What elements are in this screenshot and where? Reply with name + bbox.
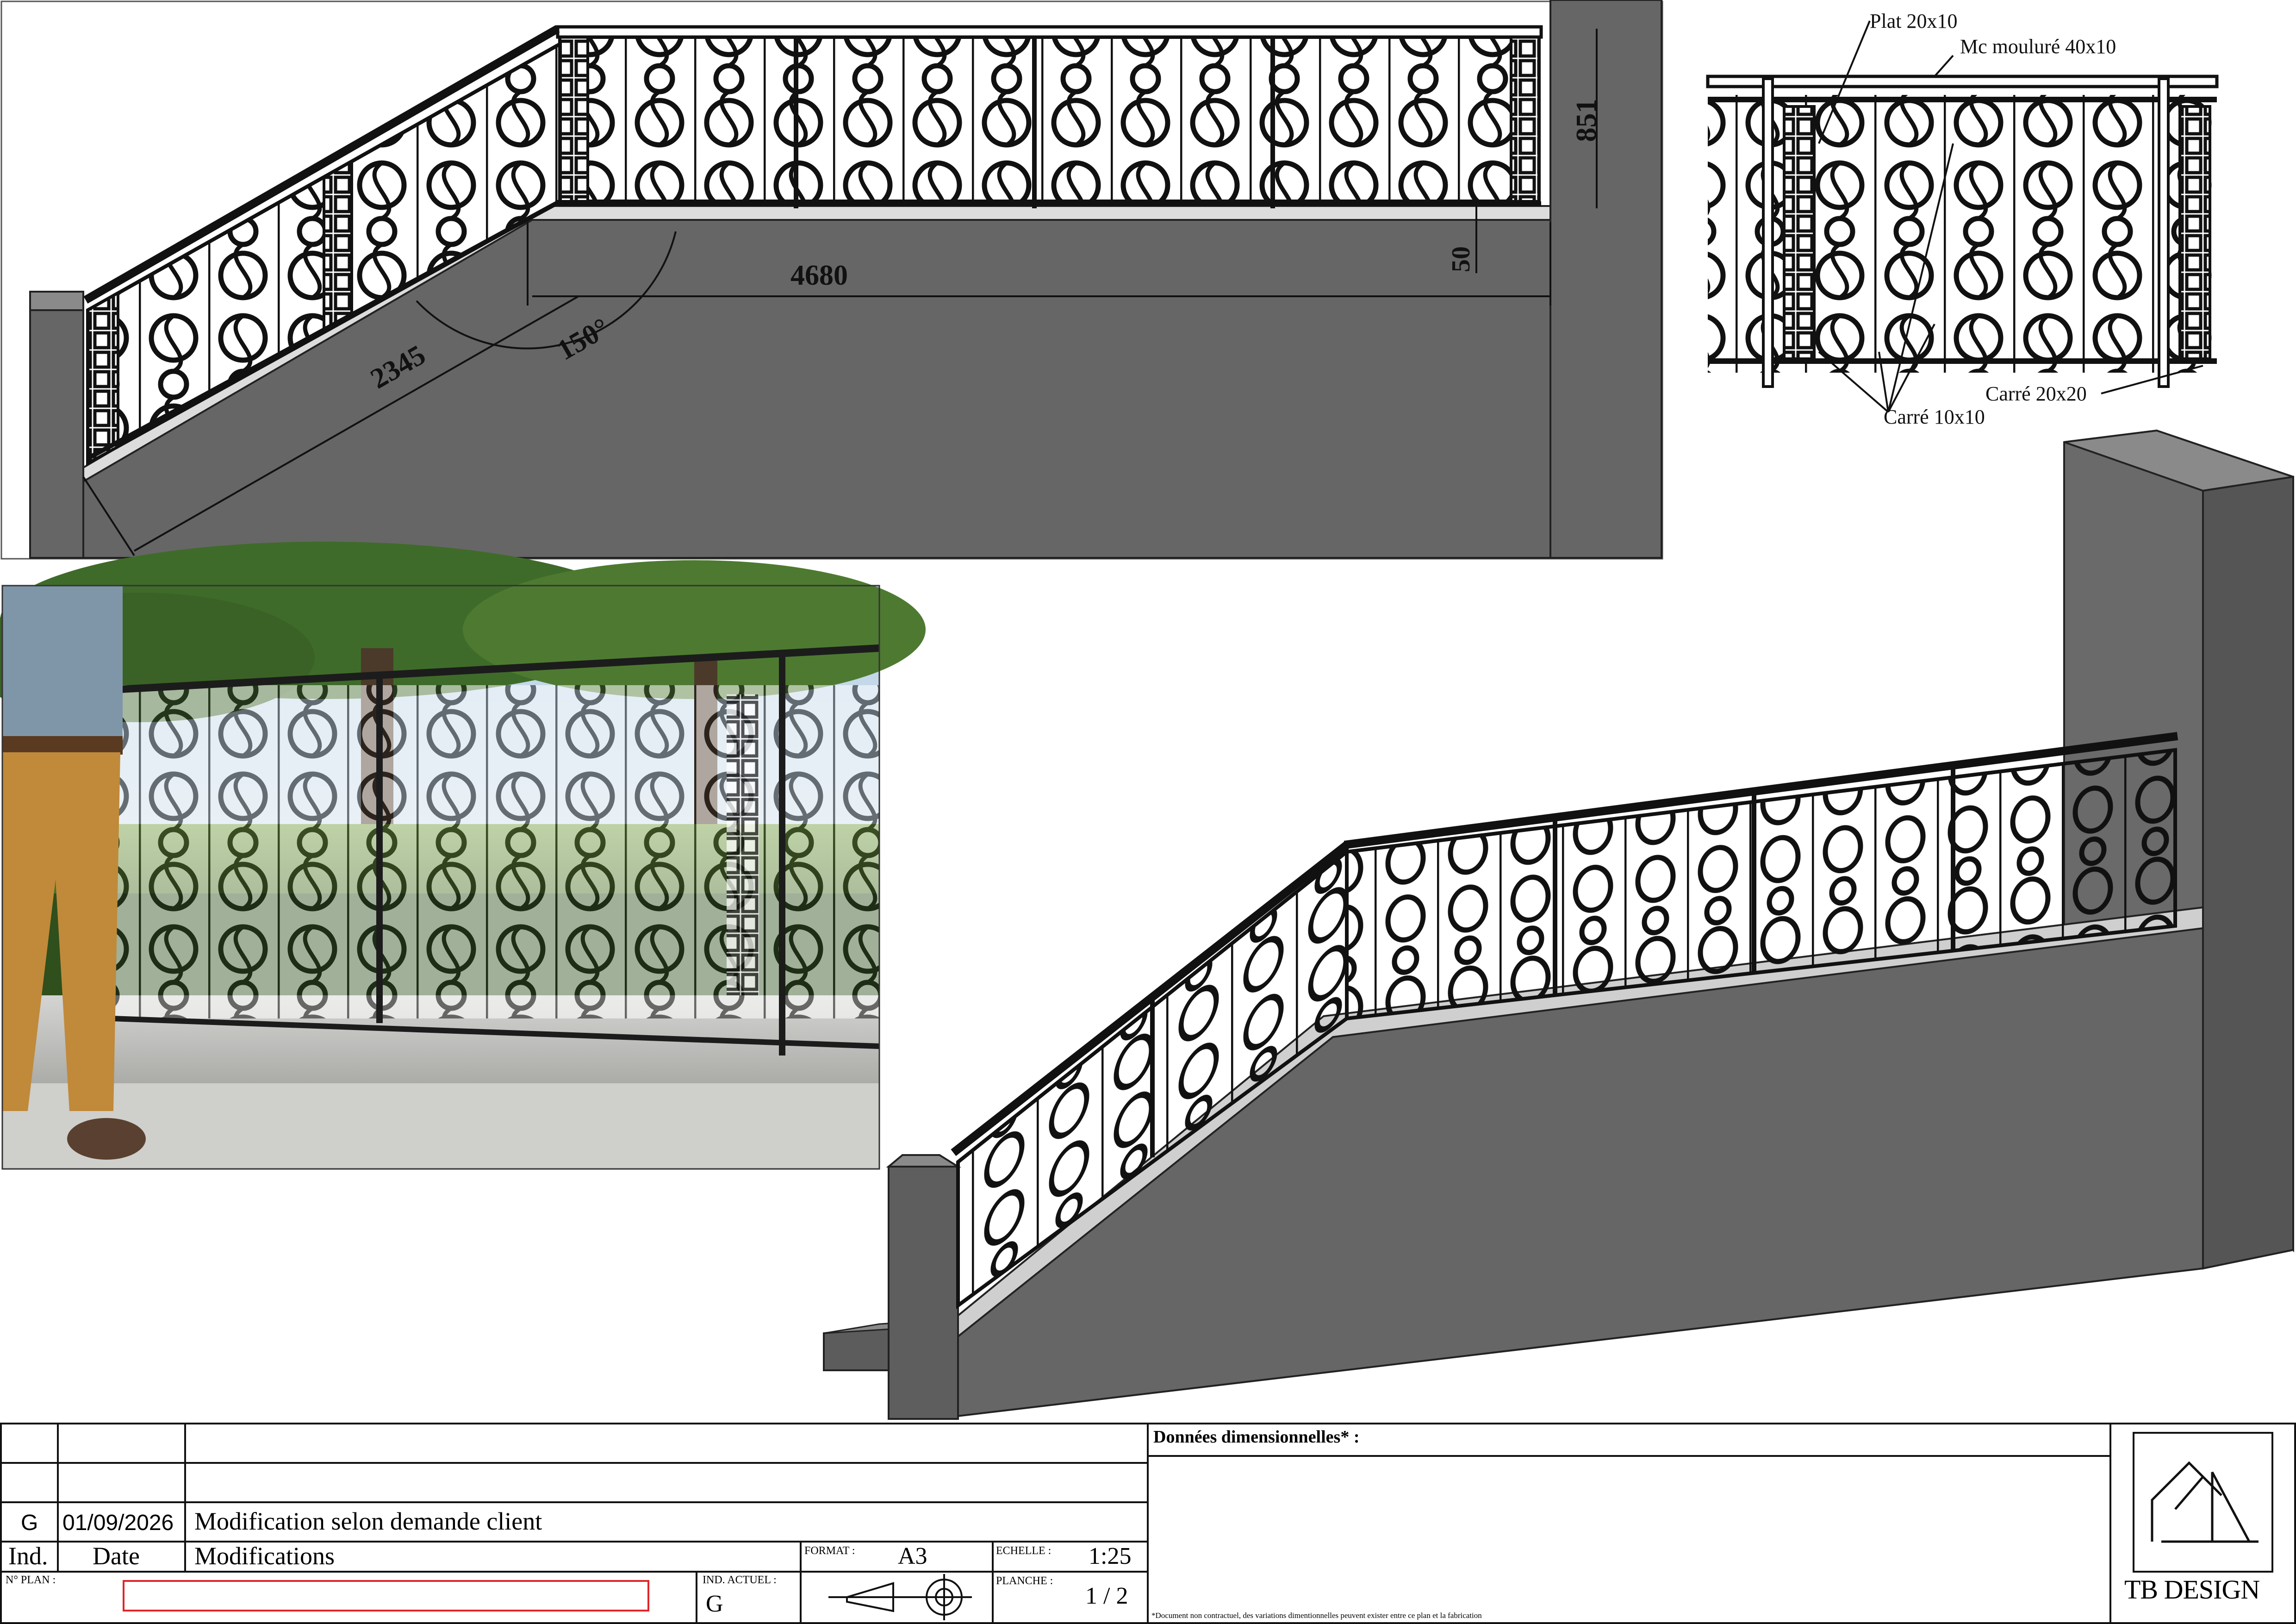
header-ind: Ind. [8, 1542, 48, 1570]
rev-ind: G [21, 1511, 38, 1535]
header-modifications: Modifications [194, 1542, 335, 1570]
planche-label: PLANCHE : [996, 1575, 1053, 1587]
brand-name: TB DESIGN [2124, 1574, 2260, 1605]
dim-top-gap: 50 [1447, 246, 1475, 272]
format-label: FORMAT : [804, 1545, 855, 1557]
no-plan-field[interactable] [123, 1580, 649, 1612]
projection-symbol-icon [828, 1574, 972, 1620]
detail-view: Plat 20x10 Mc mouluré 40x10 Carré 20x20 … [1706, 10, 2219, 428]
ind-actuel-value: G [706, 1591, 723, 1617]
callout-main-courante: Mc mouluré 40x10 [1960, 35, 2116, 58]
dim-height: 851 [1571, 99, 1602, 142]
photo-render [0, 542, 926, 1170]
header-date: Date [93, 1542, 140, 1570]
callout-plat: Plat 20x10 [1870, 10, 1957, 32]
callout-carre-large: Carré 20x20 [1985, 382, 2087, 405]
dim-length: 4680 [790, 260, 848, 291]
planche-value: 1 / 2 [1085, 1583, 1128, 1609]
callout-carre-small: Carré 10x10 [1884, 406, 1985, 428]
tb-design-logo-icon [2151, 1461, 2259, 1543]
ind-actuel-label: IND. ACTUEL : [703, 1574, 777, 1586]
front-elevation: 851 50 4680 2345 150° [0, 0, 1663, 560]
rev-modification: Modification selon demande client [194, 1507, 542, 1535]
donnees-label: Données dimensionnelles* : [1153, 1427, 1360, 1447]
isometric-view [823, 429, 2294, 1420]
format-value: A3 [898, 1543, 927, 1569]
drawing-sheet: 851 50 4680 2345 150° Plat 20x10 Mc moul… [0, 0, 2296, 1624]
rev-date: 01/09/2026 [62, 1511, 174, 1535]
echelle-value: 1:25 [1089, 1543, 1132, 1569]
disclaimer: *Document non contractuel, des variation… [1151, 1611, 1482, 1620]
no-plan-label: N° PLAN : [6, 1574, 56, 1586]
echelle-label: ECHELLE : [996, 1545, 1052, 1557]
